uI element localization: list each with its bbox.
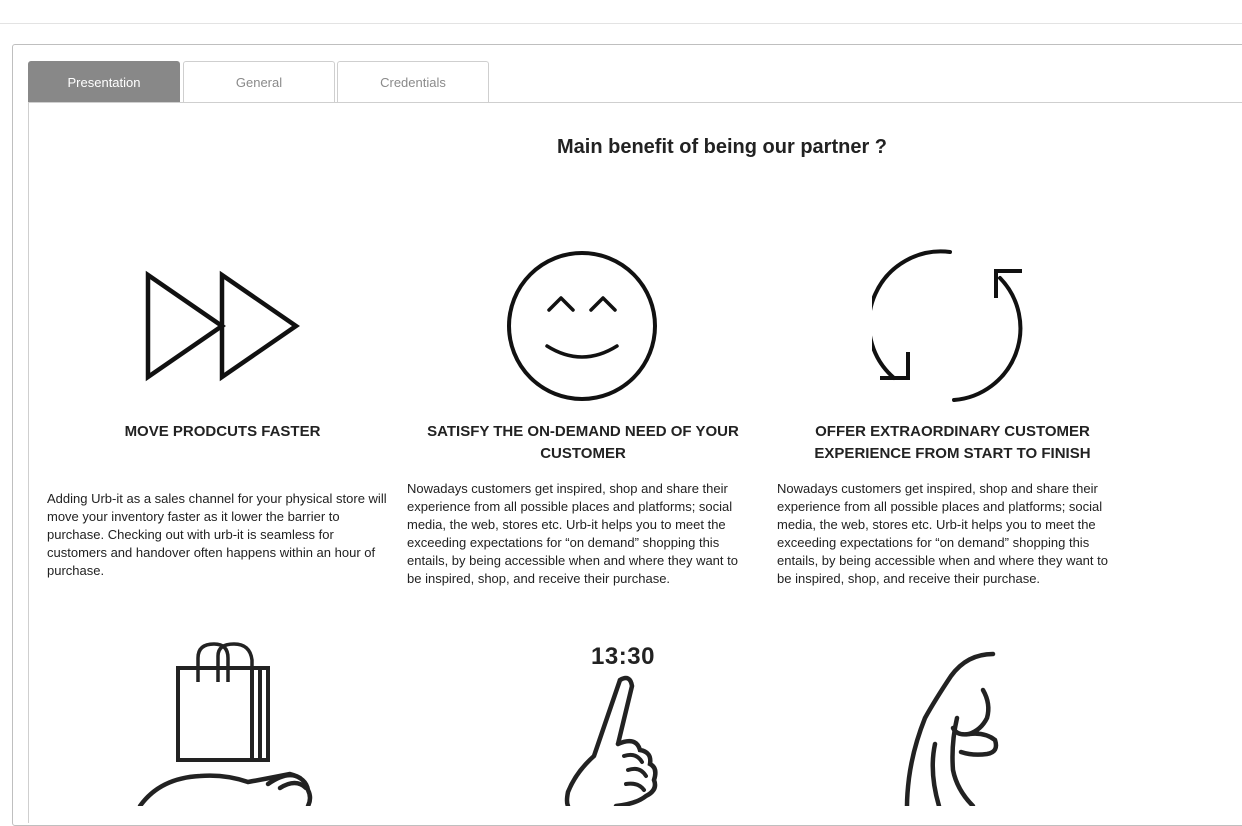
feature-text-on-demand: Nowadays customers get inspired, shop an… [407, 481, 738, 586]
feature-title-customer-experience: OFFER EXTRAORDINARY CUSTOMER EXPERIENCE … [814, 423, 1091, 462]
refresh-cycle-icon [866, 248, 1032, 406]
shopping-bag-hand-icon [130, 638, 320, 809]
page-title: Main benefit of being our partner ? [557, 136, 887, 158]
feature-title-on-demand: SATISFY THE ON-DEMAND NEED OF YOUR CUSTO… [427, 423, 739, 462]
top-bar [0, 0, 1242, 24]
fast-forward-icon [140, 265, 305, 385]
smiley-face-icon [505, 250, 659, 404]
pointing-hand-clock-icon [560, 672, 660, 809]
feature-text-move-products: Adding Urb-it as a sales channel for you… [47, 491, 387, 578]
clock-time-label: 13:30 [591, 643, 655, 670]
tab-credentials[interactable]: Credentials [337, 61, 489, 102]
feature-title-move-products: MOVE PRODCUTS FASTER [124, 423, 321, 440]
tab-general[interactable]: General [183, 61, 335, 102]
handshake-icon [895, 648, 1005, 809]
feature-text-customer-experience: Nowadays customers get inspired, shop an… [777, 481, 1108, 586]
tab-presentation[interactable]: Presentation [28, 61, 180, 102]
